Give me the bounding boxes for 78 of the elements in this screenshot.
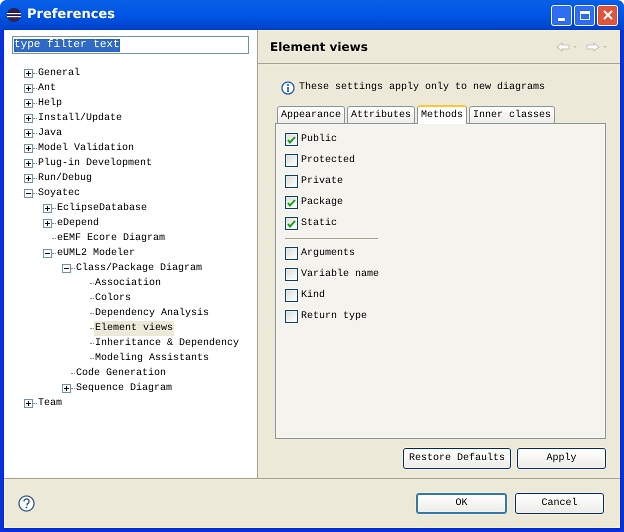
app-icon bbox=[6, 7, 22, 23]
check-icon bbox=[287, 220, 296, 228]
tree-item[interactable]: eEMF Ecore Diagram bbox=[56, 231, 166, 246]
expand-icon[interactable] bbox=[24, 129, 33, 138]
expand-icon[interactable] bbox=[24, 174, 33, 183]
tree-item[interactable]: Run/Debug bbox=[37, 171, 94, 186]
checkbox-label[interactable]: Private bbox=[301, 174, 344, 189]
check-icon bbox=[287, 198, 296, 206]
window-title: Preferences bbox=[27, 6, 115, 24]
tree-item[interactable]: Code Generation bbox=[75, 366, 168, 381]
checkbox-label[interactable]: Package bbox=[301, 195, 344, 210]
tree-item[interactable]: EclipseDatabase bbox=[56, 201, 148, 216]
apply-button[interactable]: Apply bbox=[517, 448, 606, 469]
checkbox-label[interactable]: Static bbox=[301, 216, 338, 231]
tab[interactable]: Appearance bbox=[277, 106, 346, 123]
tree-item[interactable]: General bbox=[37, 66, 82, 81]
expand-icon[interactable] bbox=[24, 144, 33, 153]
expand-icon[interactable] bbox=[43, 219, 52, 228]
restore-defaults-button[interactable]: Restore Defaults bbox=[403, 448, 511, 469]
tree-item[interactable]: Install/Update bbox=[37, 111, 124, 126]
tree-item[interactable]: eDepend bbox=[56, 216, 100, 231]
checkbox-label[interactable]: Protected bbox=[301, 153, 356, 168]
check-icon bbox=[287, 136, 296, 144]
tree-item[interactable]: Plug-in Development bbox=[37, 156, 154, 171]
checkbox[interactable] bbox=[285, 247, 298, 260]
tree-item[interactable]: Soyatec bbox=[37, 186, 82, 201]
collapse-icon[interactable] bbox=[62, 264, 71, 273]
expand-icon[interactable] bbox=[24, 114, 33, 123]
checkbox[interactable] bbox=[285, 217, 298, 230]
tree-item[interactable]: Association bbox=[94, 276, 162, 291]
cancel-button[interactable]: Cancel bbox=[515, 493, 604, 514]
expand-icon[interactable] bbox=[43, 204, 52, 213]
help-icon[interactable] bbox=[18, 495, 35, 512]
expand-icon[interactable] bbox=[24, 159, 33, 168]
tree-item[interactable]: eUML2 Modeler bbox=[56, 246, 136, 261]
tree-item[interactable]: Element views bbox=[94, 321, 174, 336]
checkbox[interactable] bbox=[285, 154, 298, 167]
tree-item[interactable]: Team bbox=[37, 396, 64, 411]
tree-item[interactable]: Inheritance & Dependency bbox=[94, 336, 240, 351]
checkbox-label[interactable]: Variable name bbox=[301, 267, 380, 282]
ok-button[interactable]: OK bbox=[416, 493, 507, 514]
minimize-button[interactable] bbox=[551, 4, 572, 26]
tab[interactable]: Methods bbox=[417, 105, 468, 124]
filter-field[interactable]: type filter text bbox=[12, 36, 249, 54]
expand-icon[interactable] bbox=[24, 69, 33, 78]
checkbox-label[interactable]: Arguments bbox=[301, 246, 356, 261]
checkbox-label[interactable]: Return type bbox=[301, 309, 368, 324]
tree-item[interactable]: Colors bbox=[94, 291, 132, 306]
checkbox[interactable] bbox=[285, 268, 298, 281]
tree-item[interactable]: Model Validation bbox=[37, 141, 136, 156]
tab[interactable]: Attributes bbox=[347, 106, 416, 123]
checkbox-label[interactable]: Kind bbox=[301, 288, 326, 303]
maximize-button[interactable] bbox=[574, 4, 595, 26]
checkbox-label[interactable]: Public bbox=[301, 132, 338, 147]
info-text: These settings apply only to new diagrams bbox=[299, 80, 546, 95]
tree-item[interactable]: Java bbox=[37, 126, 64, 141]
expand-icon[interactable] bbox=[24, 399, 33, 408]
close-button[interactable] bbox=[597, 4, 618, 26]
tree-item[interactable]: Dependency Analysis bbox=[94, 306, 210, 321]
checkbox[interactable] bbox=[285, 175, 298, 188]
collapse-icon[interactable] bbox=[24, 189, 33, 198]
tree-item[interactable]: Sequence Diagram bbox=[75, 381, 174, 396]
expand-icon[interactable] bbox=[62, 384, 71, 393]
checkbox[interactable] bbox=[285, 133, 298, 146]
tree-item[interactable]: Help bbox=[37, 96, 64, 111]
info-icon bbox=[281, 80, 295, 94]
checkbox[interactable] bbox=[285, 310, 298, 323]
expand-icon[interactable] bbox=[24, 99, 33, 108]
tree-item[interactable]: Ant bbox=[37, 81, 58, 96]
tree-item[interactable]: Class/Package Diagram bbox=[75, 261, 204, 276]
close-icon bbox=[602, 10, 612, 20]
checkbox[interactable] bbox=[285, 196, 298, 209]
tab[interactable]: Inner classes bbox=[469, 106, 556, 123]
checkbox[interactable] bbox=[285, 289, 298, 302]
expand-icon[interactable] bbox=[24, 84, 33, 93]
collapse-icon[interactable] bbox=[43, 249, 52, 258]
page-title: Element views bbox=[270, 38, 368, 56]
tree-item[interactable]: Modeling Assistants bbox=[94, 351, 210, 366]
